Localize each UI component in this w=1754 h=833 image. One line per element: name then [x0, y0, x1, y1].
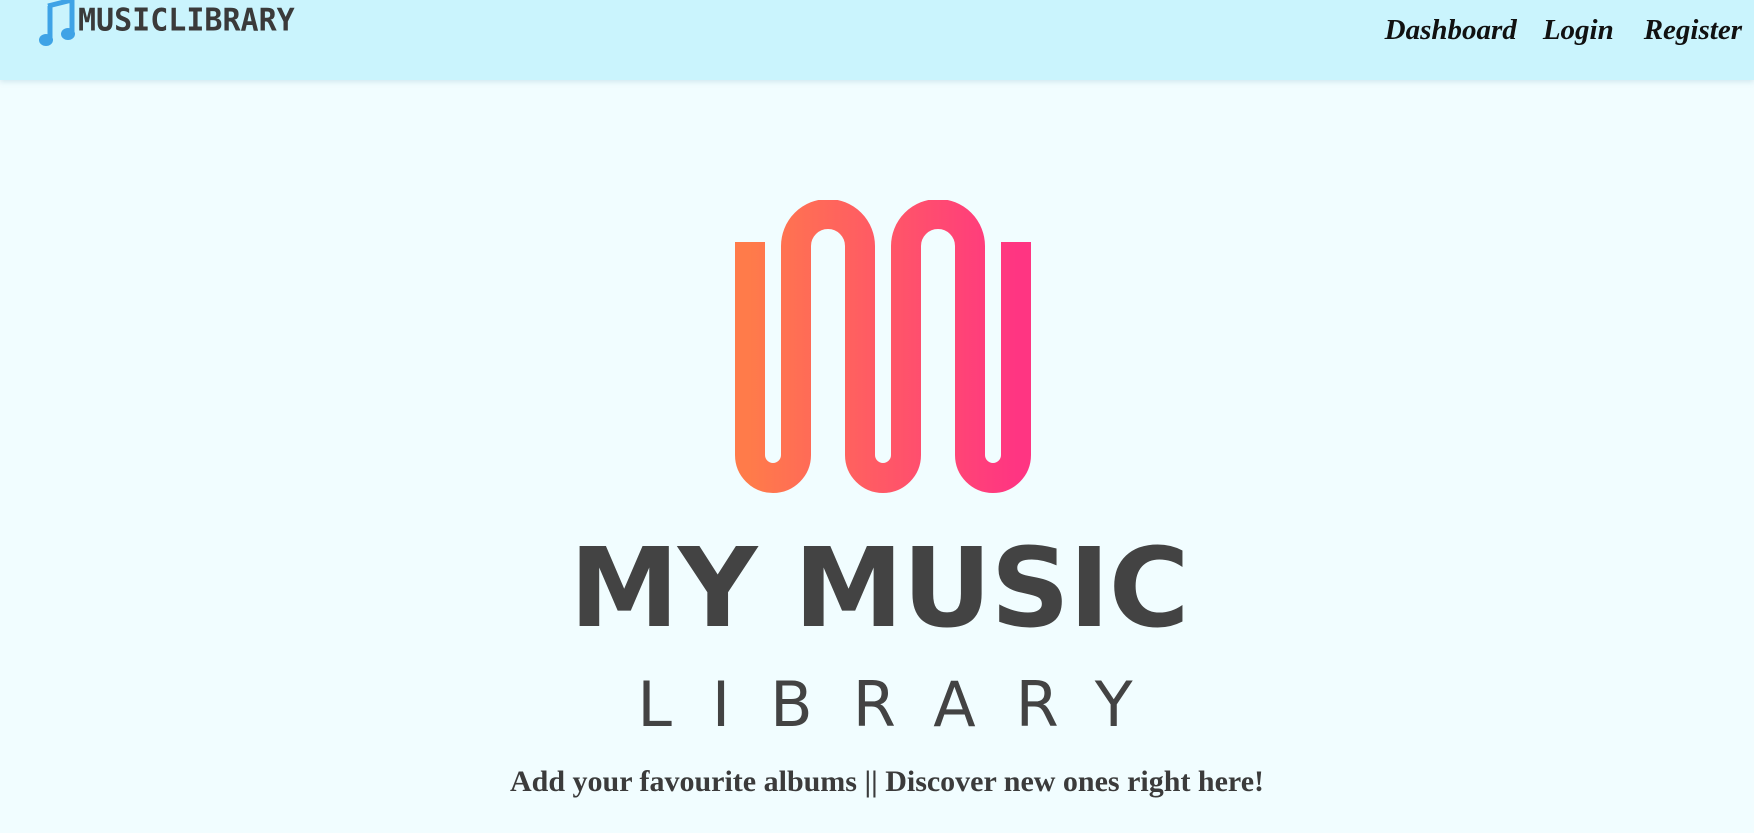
nav-link-register[interactable]: Register [1644, 10, 1742, 50]
nav-links: Dashboard Login Register [1385, 10, 1742, 50]
nav-link-dashboard[interactable]: Dashboard [1385, 10, 1517, 50]
music-note-icon [39, 0, 75, 46]
music-wave-logo-icon [735, 200, 1031, 493]
nav-link-login[interactable]: Login [1543, 10, 1614, 50]
navbar: MUSICLIBRARY Dashboard Login Register [0, 0, 1754, 80]
tagline: Add your favourite albums || Discover ne… [509, 765, 1265, 798]
logo-title: MY MUSIC [569, 524, 1189, 652]
brand-home-link[interactable]: MUSICLIBRARY [38, 0, 295, 48]
logo-subtitle: LIBRARY [637, 668, 1173, 741]
brand-name: MUSICLIBRARY [78, 2, 295, 39]
